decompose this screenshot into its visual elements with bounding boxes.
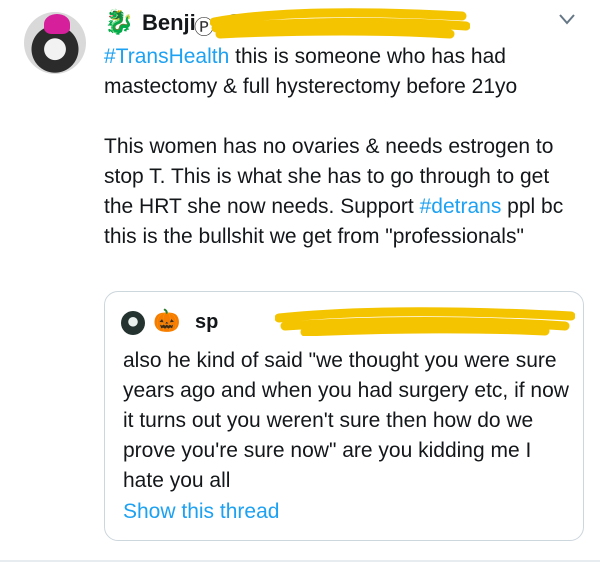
tweet-body: #TransHealth this is someone who has had… (104, 42, 584, 252)
quoted-tweet[interactable]: 🎃 sp also he kind of said "we thought yo… (104, 291, 584, 541)
pumpkin-emoji-icon: 🎃 (153, 308, 181, 333)
avatar-hair-detail (44, 14, 70, 34)
chevron-down-icon[interactable] (558, 12, 576, 26)
author-avatar[interactable] (24, 12, 86, 74)
author-name[interactable]: Benji (142, 10, 196, 36)
redaction-scribble (210, 8, 470, 39)
quoted-avatar[interactable] (121, 311, 145, 335)
quoted-text: also he kind of said "we thought you wer… (123, 349, 569, 492)
quoted-author-name[interactable]: sp (195, 311, 218, 334)
hashtag-link[interactable]: #TransHealth (104, 45, 229, 68)
tweet-card[interactable]: 🐉 Benji Ⓟ @ #TransHealth this is someone… (0, 0, 600, 562)
redaction-scribble (275, 307, 575, 336)
show-thread-link[interactable]: Show this thread (123, 500, 279, 524)
dragon-emoji-icon: 🐉 (104, 9, 134, 36)
tweet-text: this is someone who has had mastectomy &… (104, 45, 554, 218)
hashtag-link[interactable]: #detrans (420, 195, 502, 218)
